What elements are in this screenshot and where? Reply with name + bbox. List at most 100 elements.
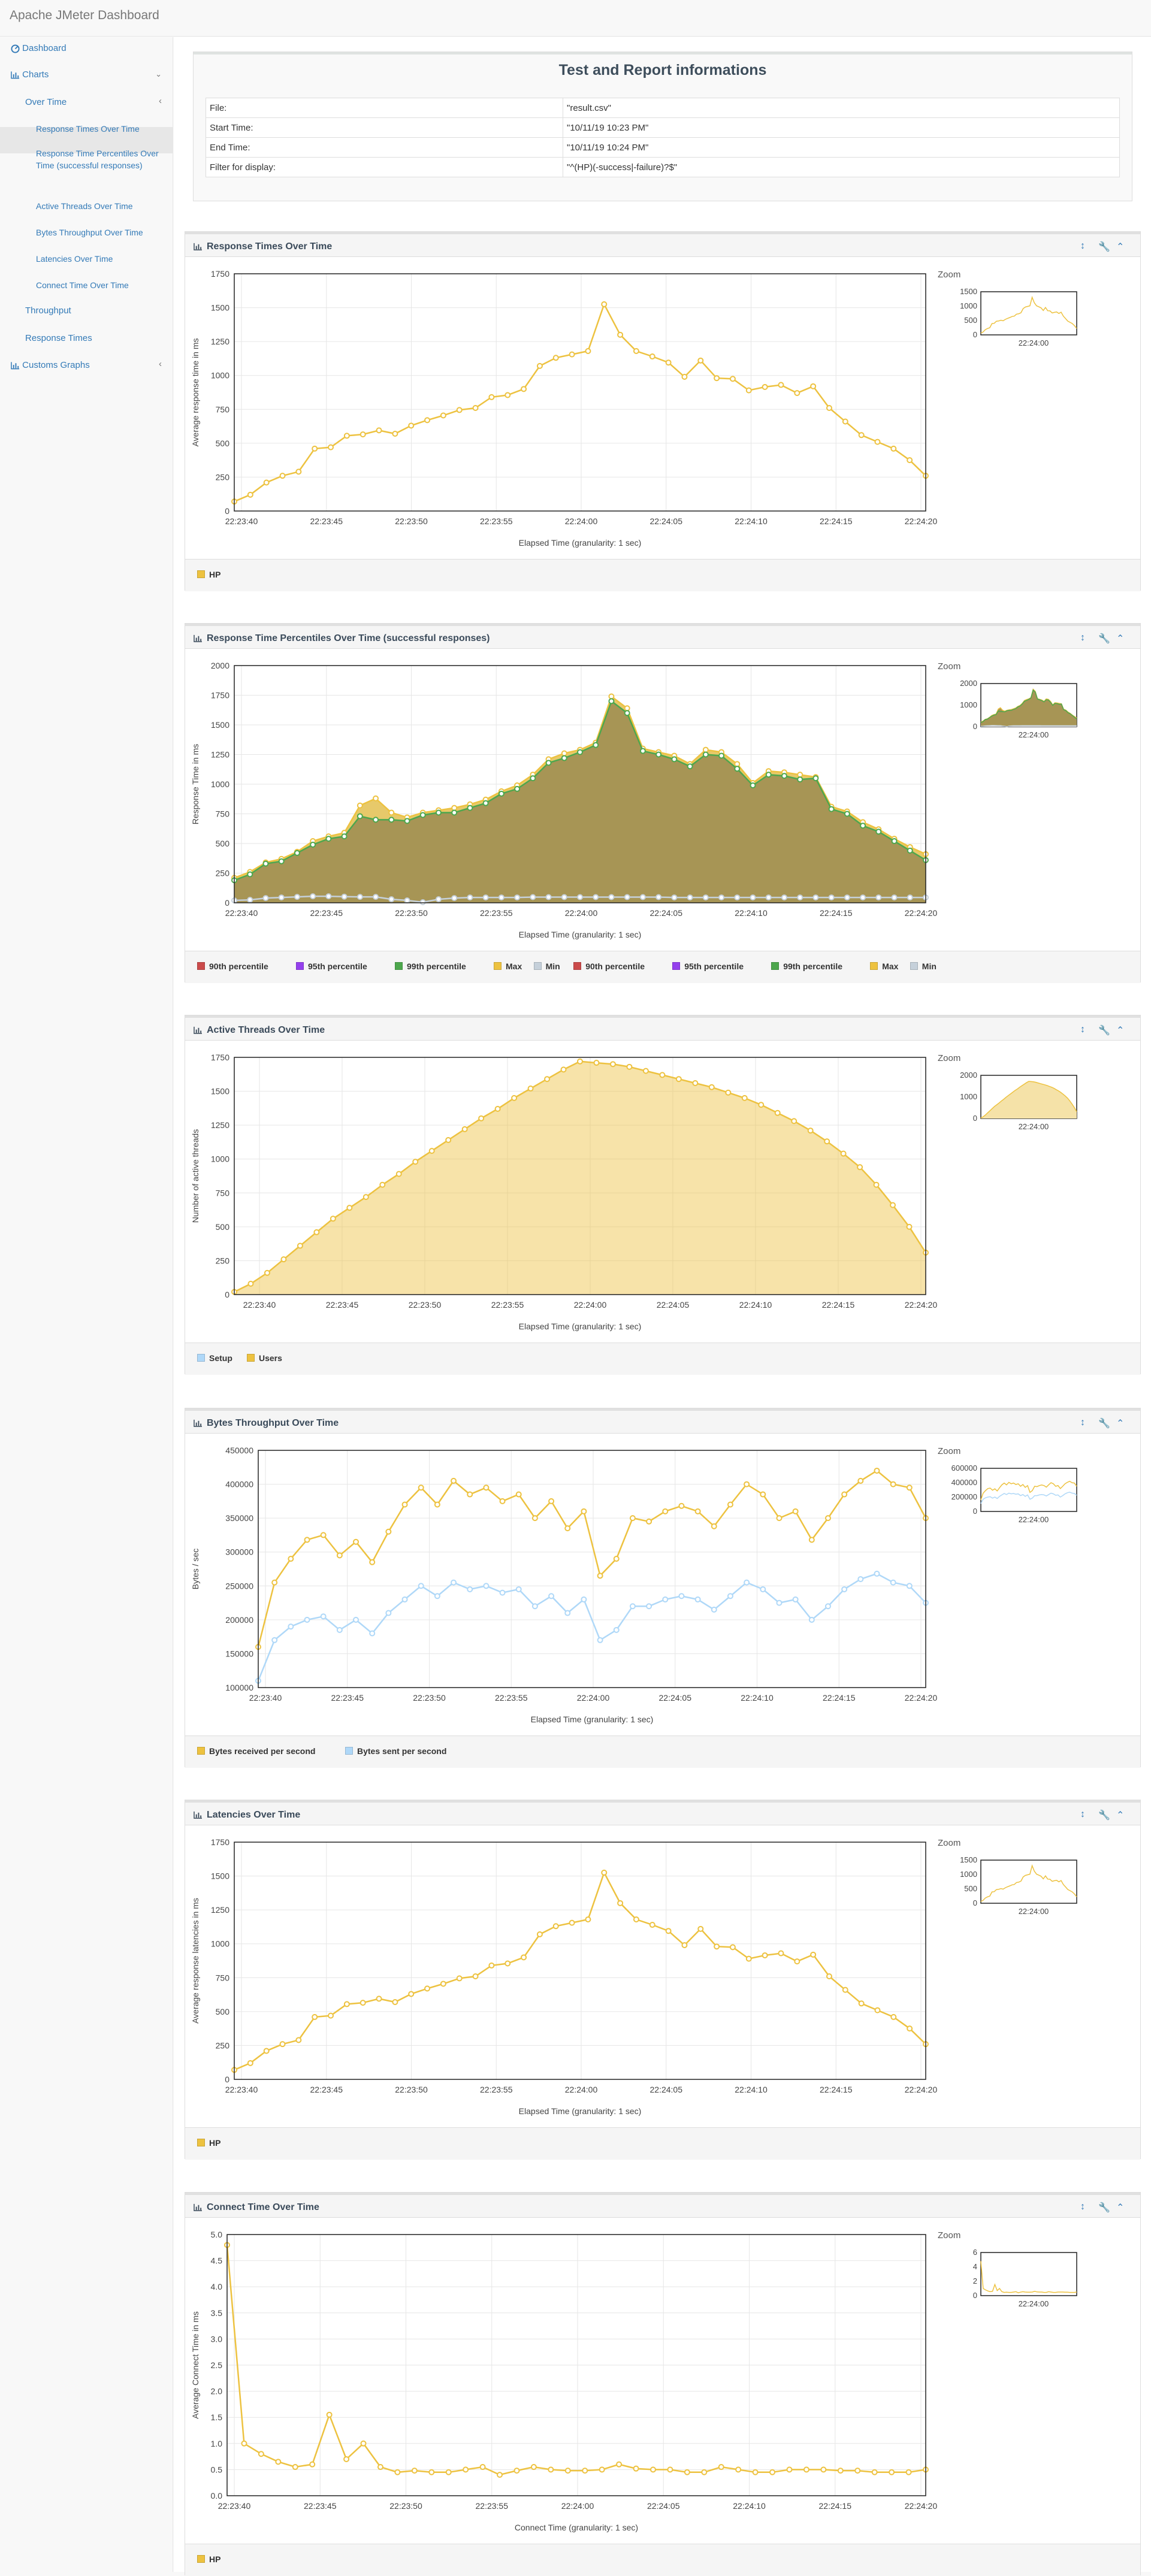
data-point[interactable]	[844, 894, 850, 901]
data-point[interactable]	[875, 894, 882, 901]
data-point[interactable]	[536, 1931, 543, 1937]
data-point[interactable]	[744, 1481, 750, 1487]
data-point[interactable]	[629, 1603, 636, 1610]
data-point[interactable]	[810, 383, 817, 389]
data-point[interactable]	[275, 2459, 282, 2465]
data-point[interactable]	[392, 1999, 398, 2006]
data-point[interactable]	[718, 894, 725, 901]
sidebar-item-over-time[interactable]: Over Time ‹	[25, 96, 165, 107]
data-point[interactable]	[857, 1576, 864, 1582]
data-point[interactable]	[577, 894, 583, 900]
data-point[interactable]	[842, 1987, 848, 1993]
data-point[interactable]	[760, 1491, 766, 1498]
data-point[interactable]	[665, 359, 672, 366]
data-point[interactable]	[478, 1115, 485, 1121]
data-point[interactable]	[791, 1118, 797, 1124]
data-point[interactable]	[678, 1502, 685, 1509]
data-point[interactable]	[499, 1498, 506, 1504]
data-point[interactable]	[745, 1955, 752, 1962]
data-point[interactable]	[434, 1501, 440, 1508]
data-point[interactable]	[263, 479, 270, 486]
data-point[interactable]	[639, 894, 646, 900]
data-point[interactable]	[692, 1080, 699, 1086]
data-point[interactable]	[702, 746, 709, 753]
data-point[interactable]	[310, 893, 316, 900]
sidebar-item-active-threads[interactable]: Active Threads Over Time	[36, 201, 133, 211]
wrench-icon[interactable]: 🔧	[1098, 2202, 1110, 2214]
data-point[interactable]	[561, 750, 567, 757]
legend-item[interactable]: Bytes received per second	[197, 1746, 315, 1756]
data-point[interactable]	[889, 2469, 895, 2475]
data-point[interactable]	[241, 2440, 247, 2447]
data-point[interactable]	[577, 1058, 583, 1065]
data-point[interactable]	[725, 1089, 732, 1096]
data-point[interactable]	[479, 2464, 486, 2471]
legend-item[interactable]: Setup	[197, 1353, 232, 1363]
data-point[interactable]	[521, 386, 527, 392]
data-point[interactable]	[515, 1586, 522, 1592]
data-point[interactable]	[531, 1515, 538, 1522]
data-point[interactable]	[467, 1491, 473, 1498]
data-point[interactable]	[451, 805, 458, 811]
data-point[interactable]	[608, 693, 615, 700]
data-point[interactable]	[616, 2461, 623, 2468]
data-point[interactable]	[295, 2037, 302, 2043]
data-point[interactable]	[504, 392, 511, 398]
data-point[interactable]	[278, 858, 285, 864]
data-point[interactable]	[247, 2060, 253, 2066]
data-point[interactable]	[662, 1508, 669, 1514]
data-point[interactable]	[907, 457, 913, 464]
data-point[interactable]	[776, 1515, 783, 1522]
data-point[interactable]	[388, 809, 395, 816]
data-point[interactable]	[697, 357, 704, 364]
data-point[interactable]	[297, 1242, 303, 1249]
data-point[interactable]	[424, 417, 431, 424]
data-point[interactable]	[824, 1515, 831, 1522]
data-point[interactable]	[907, 847, 913, 854]
app-title[interactable]: Apache JMeter Dashboard	[10, 8, 159, 23]
data-point[interactable]	[499, 1589, 506, 1596]
data-point[interactable]	[758, 1102, 765, 1108]
data-point[interactable]	[564, 2468, 571, 2474]
data-point[interactable]	[797, 776, 803, 783]
sidebar-item-connect-time[interactable]: Connect Time Over Time	[36, 280, 129, 290]
data-point[interactable]	[353, 1538, 360, 1545]
data-point[interactable]	[451, 1579, 457, 1586]
data-point[interactable]	[461, 1126, 468, 1132]
legend-item[interactable]: 99th percentile	[771, 962, 842, 971]
data-point[interactable]	[828, 806, 835, 812]
data-point[interactable]	[404, 818, 410, 824]
data-point[interactable]	[530, 775, 536, 782]
data-point[interactable]	[463, 2466, 469, 2473]
data-point[interactable]	[601, 301, 608, 307]
data-point[interactable]	[467, 805, 473, 811]
chart-plot[interactable]: 0 250 500 750 1000 1250 1500 1750 2000 22:23:40 22…	[185, 649, 1141, 951]
data-point[interactable]	[530, 2464, 537, 2471]
data-point[interactable]	[292, 2464, 298, 2471]
data-point[interactable]	[617, 331, 624, 338]
wrench-icon[interactable]: 🔧	[1098, 241, 1110, 253]
data-point[interactable]	[585, 1916, 591, 1922]
data-point[interactable]	[357, 813, 363, 820]
data-point[interactable]	[593, 1060, 600, 1066]
data-point[interactable]	[617, 1900, 624, 1906]
data-point[interactable]	[325, 836, 332, 842]
chevron-up-icon[interactable]: ⌃	[1116, 1417, 1124, 1429]
data-point[interactable]	[890, 1579, 896, 1586]
data-point[interactable]	[456, 1975, 463, 1982]
data-point[interactable]	[613, 1626, 620, 1633]
data-point[interactable]	[488, 1962, 495, 1969]
legend-item[interactable]: HP	[197, 2554, 220, 2564]
data-point[interactable]	[781, 894, 787, 901]
data-point[interactable]	[357, 894, 363, 900]
data-point[interactable]	[667, 2466, 673, 2473]
data-point[interactable]	[435, 896, 442, 903]
data-point[interactable]	[451, 809, 458, 816]
data-point[interactable]	[629, 1515, 636, 1522]
legend-item[interactable]: 90th percentile	[573, 962, 645, 971]
data-point[interactable]	[608, 894, 615, 900]
data-point[interactable]	[671, 894, 678, 901]
data-point[interactable]	[545, 760, 552, 766]
data-point[interactable]	[727, 1501, 733, 1508]
sidebar-item-response-time-percentiles[interactable]: Response Time Percentiles Over Time (suc…	[36, 147, 162, 171]
